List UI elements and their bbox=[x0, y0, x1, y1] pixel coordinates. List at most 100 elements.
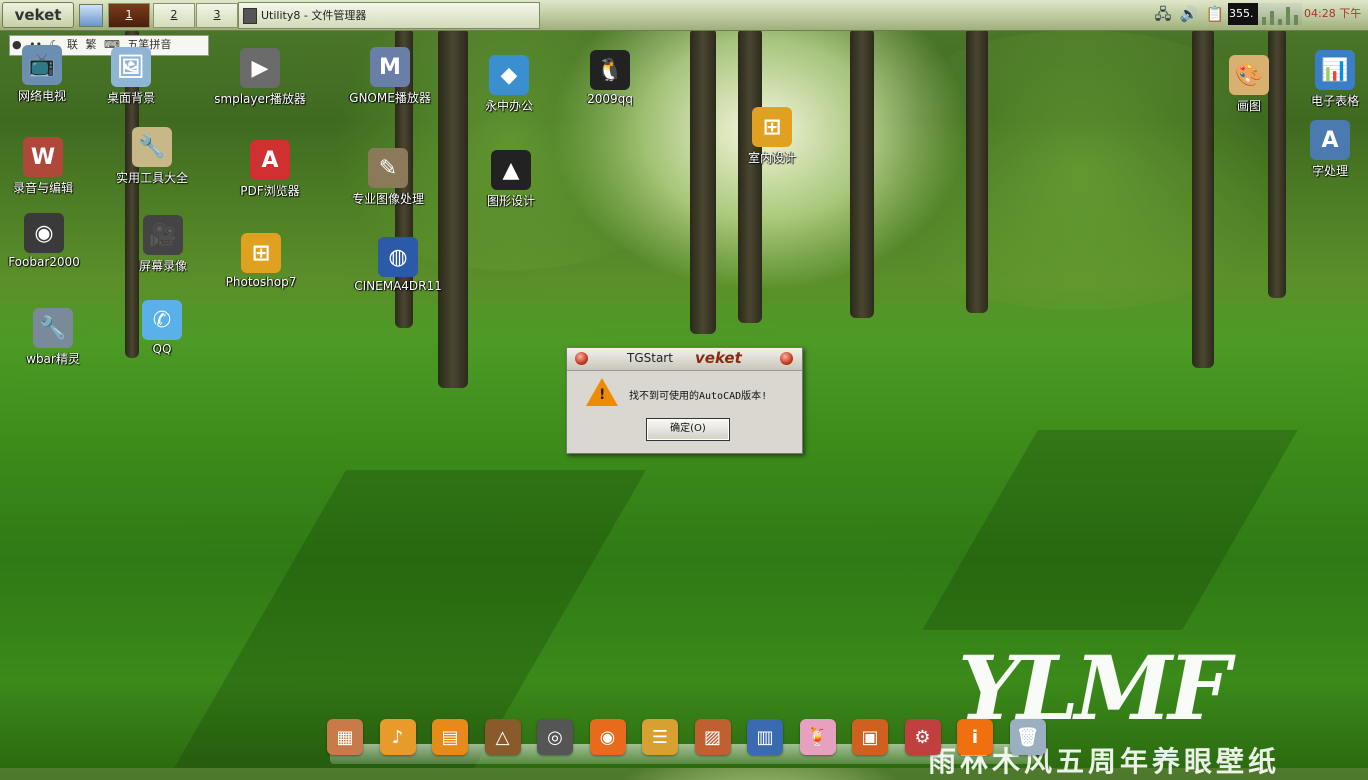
dialog-title: TGStart bbox=[627, 351, 673, 365]
dialog-brand: veket bbox=[695, 349, 742, 367]
audio-edit-icon: W bbox=[23, 137, 63, 177]
trash-icon[interactable]: 🗑 bbox=[1009, 719, 1046, 755]
network-icon[interactable]: 🖧 bbox=[1152, 4, 1174, 25]
workspace-3-button[interactable]: 3 bbox=[196, 3, 238, 28]
windows-wine-icon: ⊞ bbox=[241, 233, 281, 273]
desktop-icon[interactable]: ▲ 图形设计 bbox=[456, 150, 566, 209]
desktop-icon-label: 字处理 bbox=[1311, 164, 1348, 178]
office-icon: ◆ bbox=[489, 55, 529, 95]
desktop-icon[interactable]: 🔧 实用工具大全 bbox=[97, 127, 207, 186]
desktop-icon-label: CINEMA4DR11 bbox=[354, 279, 442, 293]
music-note-icon[interactable]: ♪ bbox=[379, 719, 416, 755]
word-processor-icon: A bbox=[1310, 120, 1350, 160]
desktop-icon[interactable]: ◉ Foobar2000 bbox=[0, 213, 99, 269]
desktop-icon[interactable]: ⊞ 室内设计 bbox=[717, 107, 827, 166]
triangle-tool-icon[interactable]: △ bbox=[484, 719, 521, 755]
image-viewer-icon[interactable]: ▨ bbox=[694, 719, 731, 755]
desktop-icon-label: 桌面背景 bbox=[106, 91, 155, 105]
tree-trunk bbox=[690, 28, 716, 334]
task-button-file-manager[interactable]: Utility8 - 文件管理器 bbox=[238, 2, 540, 29]
desktop-icon[interactable]: ◍ CINEMA4DR11 bbox=[343, 237, 453, 293]
cinema4d-icon: ◍ bbox=[378, 237, 418, 277]
desktop-icon[interactable]: ⊞ Photoshop7 bbox=[206, 233, 316, 289]
desktop-icon[interactable]: ◆ 永中办公 bbox=[454, 55, 564, 114]
workspace-2-button[interactable]: 2 bbox=[153, 3, 195, 28]
desktop-icon[interactable]: ✆ QQ bbox=[107, 300, 217, 356]
start-menu-button[interactable]: veket bbox=[2, 2, 74, 28]
tree-trunk bbox=[850, 28, 874, 318]
task-title: Utility8 - 文件管理器 bbox=[261, 9, 367, 22]
ylmf-logo: YLMF bbox=[958, 636, 1231, 740]
clock-period: 下午 bbox=[1339, 7, 1362, 20]
cpu-monitor[interactable]: 355. bbox=[1228, 3, 1259, 25]
chart-icon[interactable]: ▥ bbox=[747, 719, 783, 755]
clock-time: 04:28 bbox=[1304, 7, 1336, 20]
smplayer-icon: ▶ bbox=[240, 48, 280, 88]
warning-mark: ! bbox=[599, 387, 606, 403]
desktop-icon-label: Photoshop7 bbox=[225, 275, 297, 289]
wallpaper-icon: 🖼 bbox=[111, 47, 151, 87]
firefox-icon[interactable]: ◉ bbox=[589, 719, 626, 755]
book-icon[interactable]: ▣ bbox=[852, 719, 888, 755]
desktop-icon-label: 图形设计 bbox=[486, 194, 535, 208]
toolbox-icon: 🔧 bbox=[132, 127, 172, 167]
desktop-icon-label: 屏幕录像 bbox=[138, 259, 187, 273]
desktop-icon[interactable]: M GNOME播放器 bbox=[335, 47, 445, 106]
desktop-icon-label: 室内设计 bbox=[747, 151, 796, 165]
tv-icon: 📺 bbox=[22, 45, 62, 85]
volume-icon[interactable]: 🔊 bbox=[1178, 4, 1200, 25]
close-icon[interactable] bbox=[780, 352, 793, 365]
desktop-icon[interactable]: 📊 电子表格 bbox=[1280, 50, 1368, 109]
drink-icon[interactable]: 🍹 bbox=[799, 719, 836, 755]
qq-penguin-icon: 🐧 bbox=[590, 50, 630, 90]
desktop-icon-label: 实用工具大全 bbox=[115, 171, 188, 185]
tree-trunk bbox=[738, 28, 762, 323]
desktop-icon[interactable]: A 字处理 bbox=[1275, 120, 1368, 179]
desktop-icon-label: 专业图像处理 bbox=[351, 192, 424, 206]
show-desktop-icon[interactable] bbox=[79, 4, 103, 27]
wbar-settings-icon: 🔧 bbox=[33, 308, 73, 348]
turntable-icon[interactable]: ◎ bbox=[537, 719, 573, 755]
desktop-icon[interactable]: 🔧 wbar精灵 bbox=[0, 308, 108, 367]
shadow bbox=[922, 430, 1298, 630]
clock[interactable]: 04:28 下午 bbox=[1304, 3, 1366, 25]
ok-button[interactable]: 确定(O) bbox=[646, 418, 730, 441]
inkscape-icon: ▲ bbox=[491, 150, 531, 190]
cpu-graph bbox=[1258, 3, 1302, 25]
dialog-titlebar[interactable]: TGStart veket bbox=[567, 348, 802, 371]
desktop-icon-label: GNOME播放器 bbox=[349, 91, 431, 105]
desktop-icon-label: smplayer播放器 bbox=[214, 92, 306, 106]
spreadsheet-icon: 📊 bbox=[1315, 50, 1355, 90]
minimize-icon[interactable] bbox=[575, 352, 588, 365]
desktop-icon[interactable]: A PDF浏览器 bbox=[215, 140, 325, 199]
desktop-icon-label: 录音与编辑 bbox=[12, 181, 73, 195]
desktop-icon[interactable]: 🎥 屏幕录像 bbox=[108, 215, 218, 274]
desktop-icon-label: QQ bbox=[152, 342, 172, 356]
settings-icon[interactable]: ⚙ bbox=[904, 719, 941, 755]
desktop-icon[interactable]: 🖼 桌面背景 bbox=[76, 47, 186, 106]
gimp-icon: ✎ bbox=[368, 148, 408, 188]
book-stack-icon[interactable]: ☰ bbox=[642, 719, 678, 755]
clipboard-icon[interactable]: 📋 bbox=[1204, 4, 1226, 25]
desktop-icon[interactable]: ▶ smplayer播放器 bbox=[205, 48, 315, 107]
desktop-icon-label: 永中办公 bbox=[484, 99, 533, 113]
tgstart-dialog: TGStart veket ! 找不到可使用的AutoCAD版本! 确定(O) bbox=[566, 347, 803, 454]
windows-wine-icon: ⊞ bbox=[752, 107, 792, 147]
desktop-icon-label: 2009qq bbox=[587, 92, 633, 106]
desktop-icon-label: wbar精灵 bbox=[26, 352, 80, 366]
workspace-1-button[interactable]: 1 bbox=[108, 3, 150, 28]
desktop-icon-label: Foobar2000 bbox=[8, 255, 80, 269]
qq-bubble-icon: ✆ bbox=[142, 300, 182, 340]
desktop-icon[interactable]: ✎ 专业图像处理 bbox=[333, 148, 443, 207]
desktop-icon[interactable]: W 录音与编辑 bbox=[0, 137, 98, 196]
dialog-message: 找不到可使用的AutoCAD版本! bbox=[629, 391, 768, 402]
taskbar: veket 1 2 3 Utility8 - 文件管理器 🖧 🔊 📋 355. … bbox=[0, 0, 1368, 31]
ruler-icon[interactable]: ▦ bbox=[327, 719, 363, 755]
gnome-player-icon: M bbox=[370, 47, 410, 87]
screen-record-icon: 🎥 bbox=[143, 215, 183, 255]
desktop-icon[interactable]: 🐧 2009qq bbox=[555, 50, 665, 106]
file-manager-icon bbox=[243, 8, 257, 24]
info-icon[interactable]: i bbox=[957, 719, 993, 755]
folder-icon[interactable]: ▤ bbox=[432, 719, 468, 755]
desktop-icon-label: PDF浏览器 bbox=[240, 184, 300, 198]
